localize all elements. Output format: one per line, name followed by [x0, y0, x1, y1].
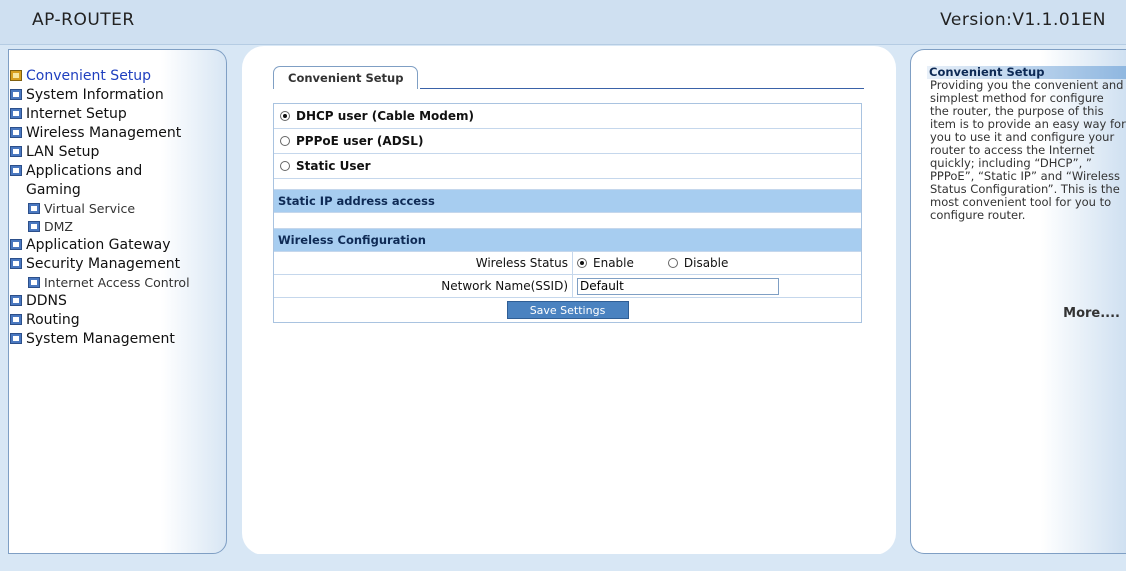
- page-icon: [10, 239, 22, 250]
- sidebar-item-label: System Information: [26, 86, 164, 103]
- radio-enable[interactable]: [577, 258, 587, 268]
- sidebar-item-label: Application Gateway: [26, 236, 171, 253]
- save-settings-button[interactable]: Save Settings: [506, 301, 629, 319]
- header-bar: AP-ROUTER Version:V1.1.01EN: [0, 0, 1126, 45]
- footer-bar: [0, 554, 1126, 571]
- option-pppoe[interactable]: PPPoE user (ADSL): [274, 129, 861, 154]
- sidebar-item-system-information[interactable]: System Information: [10, 85, 190, 104]
- sidebar-item-label: Internet Setup: [26, 105, 127, 122]
- enable-label: Enable: [593, 256, 634, 270]
- sidebar-item-system-management[interactable]: System Management: [10, 329, 190, 348]
- page-icon: [10, 165, 22, 176]
- page-icon: [10, 333, 22, 344]
- sidebar-item-label: DDNS: [26, 292, 67, 309]
- ssid-label: Network Name(SSID): [274, 275, 573, 297]
- setup-form: DHCP user (Cable Modem) PPPoE user (ADSL…: [273, 103, 862, 323]
- sidebar-item-label: Gaming: [26, 181, 81, 198]
- option-label: Static User: [296, 159, 371, 173]
- more-link[interactable]: More....: [1063, 306, 1120, 321]
- sidebar-item-application-gateway[interactable]: Application Gateway: [10, 235, 190, 254]
- radio-dhcp[interactable]: [280, 111, 290, 121]
- option-label: DHCP user (Cable Modem): [296, 109, 475, 123]
- disable-label: Disable: [683, 256, 729, 270]
- wireless-status-options: Enable Disable: [573, 252, 861, 274]
- sidebar-item-applications-gaming[interactable]: Applications and: [10, 161, 190, 180]
- sidebar-item-internet-setup[interactable]: Internet Setup: [10, 104, 190, 123]
- page-icon: [10, 89, 22, 100]
- sidebar-item-label: DMZ: [44, 218, 73, 234]
- sidebar-item-label: Virtual Service: [44, 200, 136, 216]
- wireless-status-row: Wireless Status Enable Disable: [274, 252, 861, 275]
- spacer: [274, 179, 861, 190]
- page-icon: [10, 108, 22, 119]
- sidebar-item-ddns[interactable]: DDNS: [10, 291, 190, 310]
- wireless-status-label: Wireless Status: [274, 252, 573, 274]
- sidebar-item-label: Wireless Management: [26, 124, 182, 141]
- sidebar-item-security-management[interactable]: Security Management: [10, 254, 190, 273]
- tab-underline: [420, 88, 864, 89]
- page-icon: [28, 202, 40, 214]
- sidebar-item-convenient-setup[interactable]: Convenient Setup: [10, 66, 190, 85]
- page-icon: [10, 146, 22, 157]
- page-icon: [28, 276, 40, 288]
- sidebar-item-label: Convenient Setup: [26, 67, 152, 84]
- folder-icon: [10, 70, 22, 81]
- sidebar-item-label: Applications and: [26, 162, 143, 179]
- help-content: Convenient Setup Providing you the conve…: [927, 66, 1126, 222]
- wireless-disable-option[interactable]: Disable: [667, 256, 729, 270]
- help-body: Providing you the convenient and simples…: [930, 78, 1126, 222]
- page-icon: [28, 220, 40, 232]
- page-icon: [10, 314, 22, 325]
- sidebar-item-label: Security Management: [26, 255, 181, 272]
- static-ip-section-header: Static IP address access: [274, 190, 861, 213]
- spacer: [274, 213, 861, 229]
- sidebar-item-label: LAN Setup: [26, 143, 100, 160]
- sidebar-item-label: System Management: [26, 330, 175, 347]
- wireless-enable-option[interactable]: Enable: [577, 256, 634, 270]
- sidebar-nav: Convenient Setup System Information Inte…: [10, 66, 190, 348]
- page-icon: [10, 258, 22, 269]
- ssid-row: Network Name(SSID): [274, 275, 861, 298]
- wireless-section-header: Wireless Configuration: [274, 229, 861, 252]
- option-dhcp[interactable]: DHCP user (Cable Modem): [274, 104, 861, 129]
- sidebar-item-dmz[interactable]: DMZ: [10, 217, 190, 235]
- option-static[interactable]: Static User: [274, 154, 861, 179]
- page-icon: [10, 127, 22, 138]
- sidebar-item-internet-access-control[interactable]: Internet Access Control: [10, 273, 190, 291]
- sidebar-item-label: Routing: [26, 311, 80, 328]
- button-row: Save Settings: [274, 298, 861, 322]
- option-label: PPPoE user (ADSL): [296, 134, 424, 148]
- page-icon: [10, 295, 22, 306]
- ssid-field-cell: [573, 275, 861, 297]
- sidebar-item-label: Internet Access Control: [44, 274, 190, 290]
- version-label: Version:V1.1.01EN: [940, 10, 1106, 30]
- ssid-input[interactable]: [577, 277, 779, 295]
- sidebar-item-lan-setup[interactable]: LAN Setup: [10, 142, 190, 161]
- radio-static[interactable]: [280, 161, 290, 171]
- radio-disable[interactable]: [667, 258, 678, 268]
- sidebar-item-routing[interactable]: Routing: [10, 310, 190, 329]
- tab-convenient-setup[interactable]: Convenient Setup: [273, 66, 419, 89]
- app-title: AP-ROUTER: [32, 10, 135, 30]
- sidebar-item-wireless-management[interactable]: Wireless Management: [10, 123, 190, 142]
- sidebar-item-applications-gaming-cont[interactable]: Gaming: [10, 180, 190, 199]
- sidebar-item-virtual-service[interactable]: Virtual Service: [10, 199, 190, 217]
- radio-pppoe[interactable]: [280, 136, 290, 146]
